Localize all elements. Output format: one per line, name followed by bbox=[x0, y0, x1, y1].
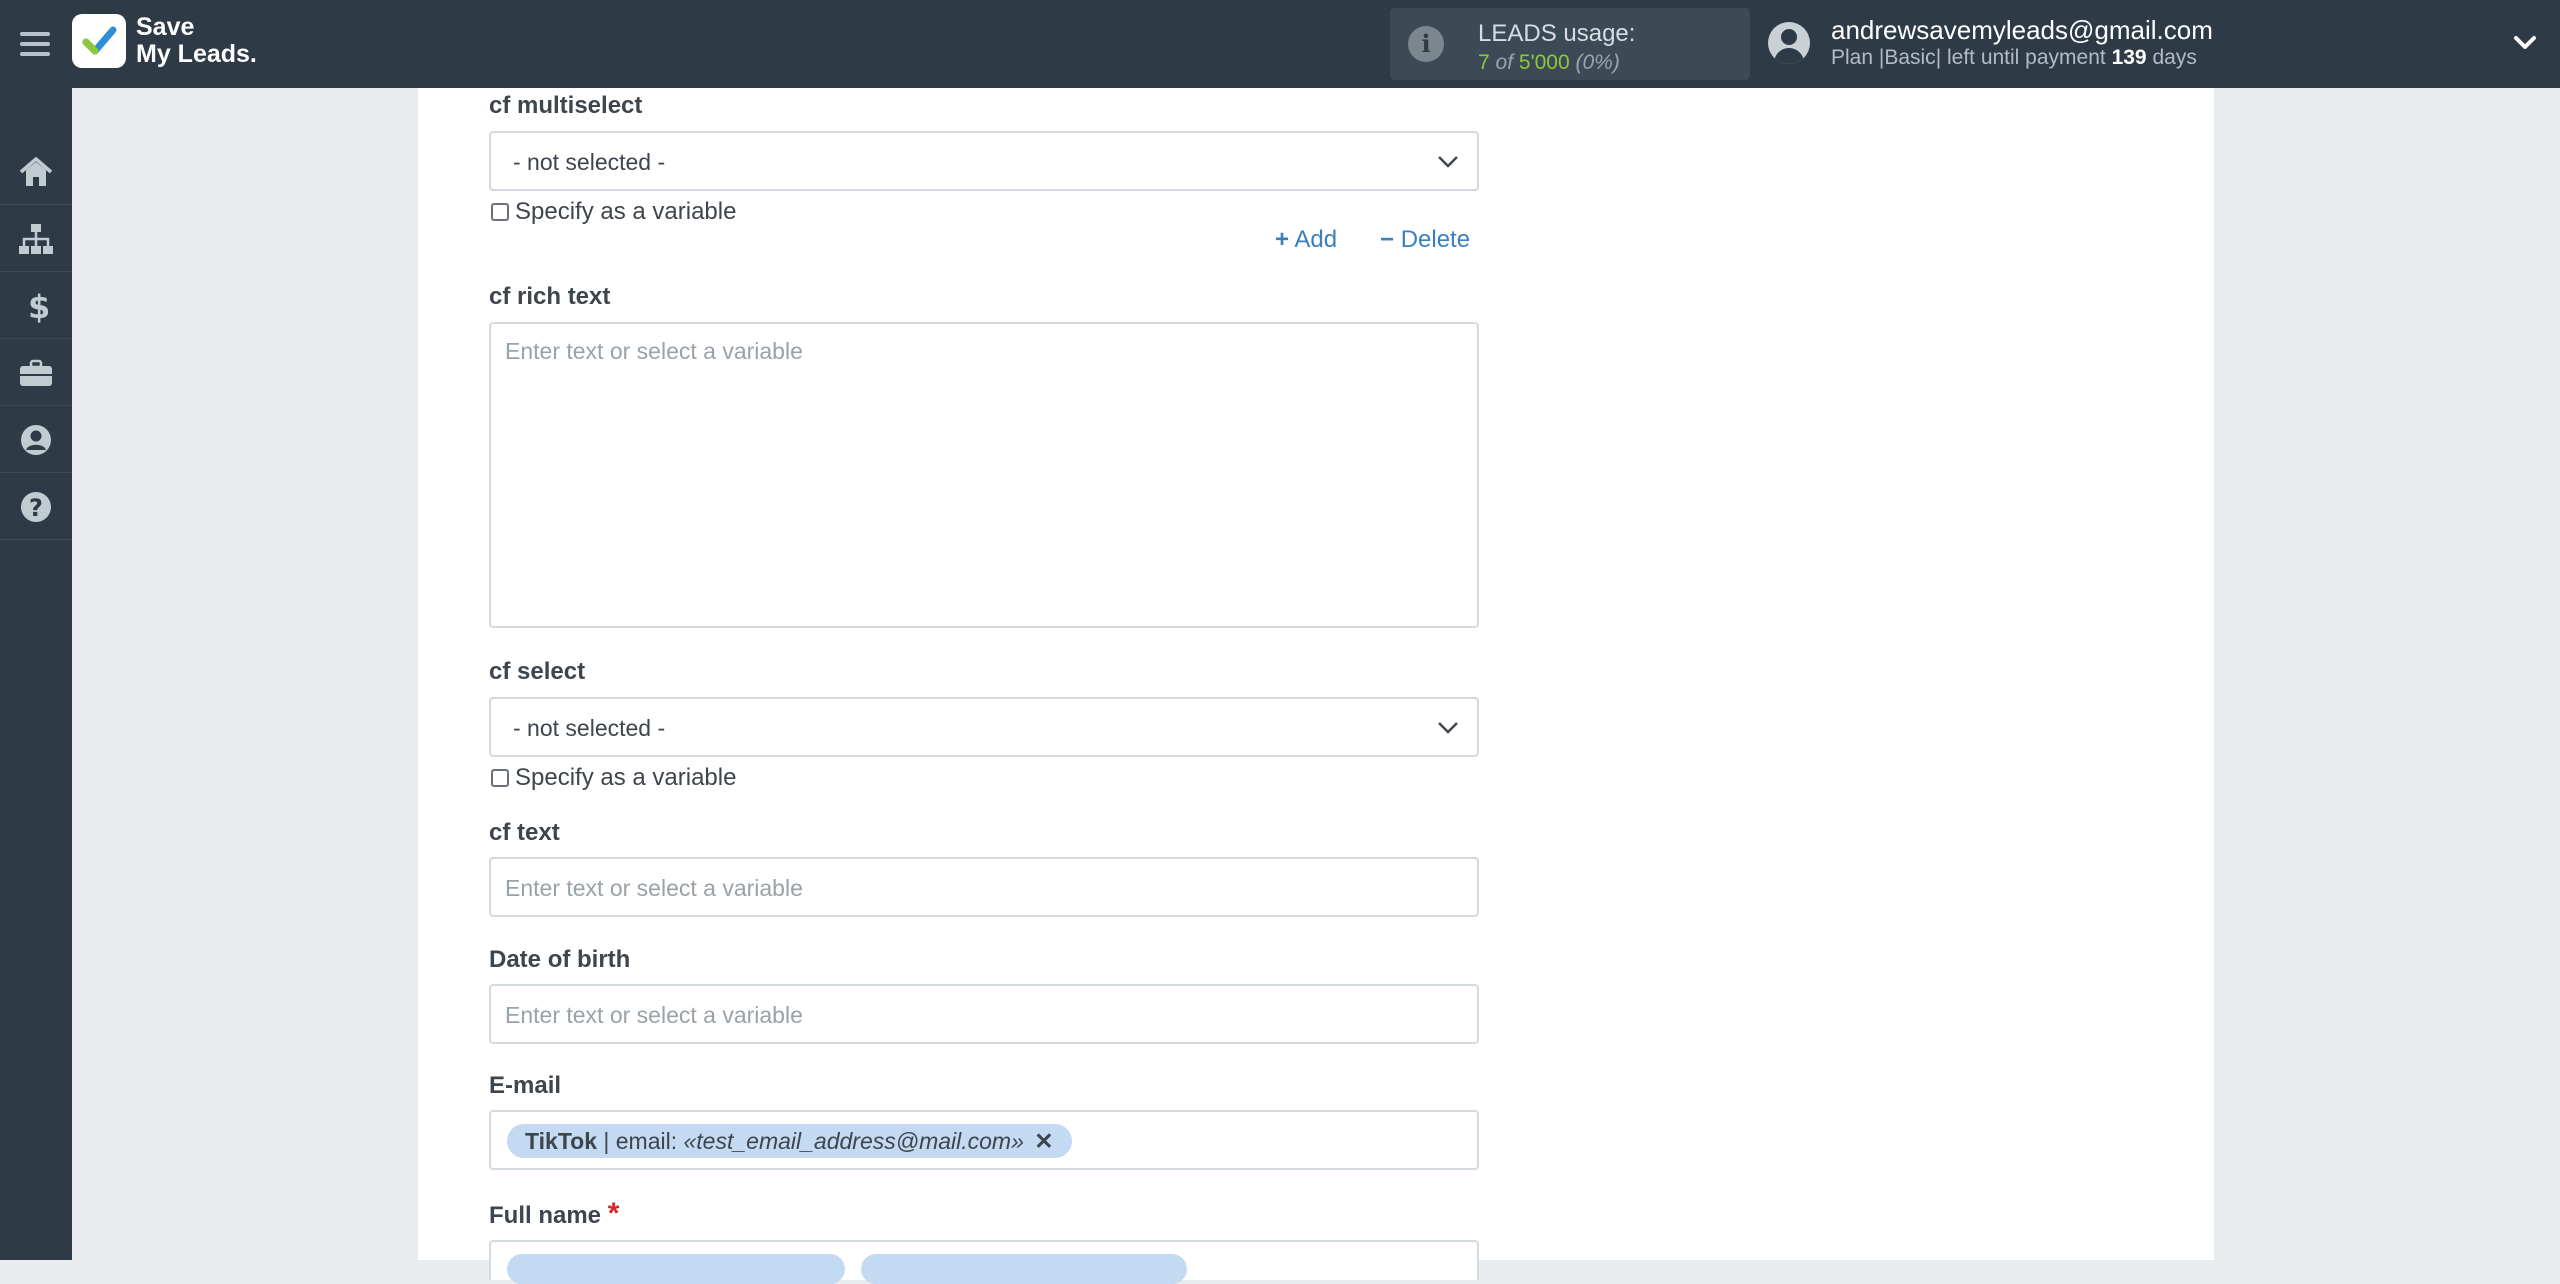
plan-name: Basic bbox=[1884, 46, 1936, 69]
user-email[interactable]: andrewsavemyleads@gmail.com bbox=[1831, 15, 2213, 46]
cf-select-select[interactable]: - not selected - bbox=[489, 697, 1479, 757]
tag-value: «test_email_address@mail.com» bbox=[683, 1128, 1024, 1154]
cf-multiselect-select[interactable]: - not selected - bbox=[489, 131, 1479, 191]
avatar[interactable] bbox=[1768, 22, 1810, 64]
menu-icon[interactable] bbox=[20, 26, 52, 62]
checkbox-icon[interactable] bbox=[491, 203, 509, 221]
cf-rich-text-input[interactable]: Enter text or select a variable bbox=[489, 322, 1479, 628]
cf-select-value: - not selected - bbox=[513, 715, 666, 741]
close-icon[interactable]: ✕ bbox=[1034, 1128, 1053, 1154]
cf-text-label: cf text bbox=[489, 819, 560, 846]
add-button[interactable]: + Add bbox=[1275, 226, 1337, 254]
help-icon[interactable]: ? bbox=[0, 472, 72, 540]
date-of-birth-label: Date of birth bbox=[489, 946, 631, 973]
minus-icon: − bbox=[1380, 226, 1395, 253]
full-name-tag-2[interactable] bbox=[861, 1254, 1187, 1284]
plan-days: 139 bbox=[2111, 46, 2147, 69]
tag-source: TikTok bbox=[525, 1128, 597, 1154]
brand-name[interactable]: Save My Leads. bbox=[136, 14, 257, 68]
full-name-label: Full name * bbox=[489, 1197, 619, 1231]
usage-label: LEADS usage: bbox=[1478, 20, 1636, 47]
required-mark: * bbox=[607, 1197, 620, 1230]
cf-multiselect-variable-label: Specify as a variable bbox=[515, 198, 737, 225]
add-label: Add bbox=[1294, 226, 1338, 253]
checkbox-icon[interactable] bbox=[491, 769, 509, 787]
chevron-down-icon[interactable] bbox=[2512, 30, 2538, 61]
chevron-down-icon bbox=[1438, 722, 1458, 734]
email-variable-tag[interactable]: TikTok | email: «test_email_address@mail… bbox=[507, 1124, 1072, 1158]
full-name-field[interactable] bbox=[489, 1240, 1479, 1284]
delete-button[interactable]: − Delete bbox=[1380, 226, 1470, 254]
cf-rich-text-placeholder: Enter text or select a variable bbox=[505, 338, 803, 364]
plus-icon: + bbox=[1275, 226, 1290, 253]
user-circle-icon[interactable] bbox=[0, 405, 72, 473]
cf-select-variable-checkbox[interactable]: Specify as a variable bbox=[491, 764, 736, 792]
cf-text-input[interactable]: Enter text or select a variable bbox=[489, 857, 1479, 917]
plan-suffix: days bbox=[2152, 46, 2197, 69]
brand-line-2: My Leads. bbox=[136, 40, 257, 68]
cf-rich-text-label: cf rich text bbox=[489, 283, 611, 310]
date-of-birth-placeholder: Enter text or select a variable bbox=[505, 1002, 803, 1028]
briefcase-icon[interactable] bbox=[0, 338, 72, 406]
plan-mid: | left until payment bbox=[1935, 46, 2106, 69]
cf-select-variable-label: Specify as a variable bbox=[515, 764, 737, 791]
date-of-birth-input[interactable]: Enter text or select a variable bbox=[489, 984, 1479, 1044]
sitemap-icon[interactable] bbox=[0, 204, 72, 272]
cf-multiselect-value: - not selected - bbox=[513, 149, 666, 175]
form-panel bbox=[418, 88, 2214, 1260]
dollar-icon[interactable]: $ bbox=[0, 271, 72, 339]
logo-icon[interactable] bbox=[72, 14, 126, 68]
cf-multiselect-label: cf multiselect bbox=[489, 92, 643, 119]
user-plan: Plan |Basic| left until payment 139 days bbox=[1831, 46, 2197, 70]
cf-text-placeholder: Enter text or select a variable bbox=[505, 875, 803, 901]
cf-multiselect-variable-checkbox[interactable]: Specify as a variable bbox=[491, 198, 736, 226]
delete-label: Delete bbox=[1400, 226, 1471, 253]
usage-percent: (0%) bbox=[1575, 51, 1620, 74]
sidebar: $ ? bbox=[0, 88, 72, 1260]
chevron-down-icon bbox=[1438, 156, 1458, 168]
usage-of: of bbox=[1495, 51, 1514, 74]
full-name-text: Full name bbox=[489, 1202, 602, 1229]
full-name-tag-1[interactable] bbox=[507, 1254, 845, 1284]
email-field[interactable]: TikTok | email: «test_email_address@mail… bbox=[489, 1110, 1479, 1170]
leads-usage-widget: i LEADS usage: 7 of 5'000 (0%) bbox=[1390, 8, 1750, 80]
svg-text:?: ? bbox=[29, 494, 43, 522]
usage-count: 7 of 5'000 (0%) bbox=[1478, 51, 1620, 75]
plan-prefix: Plan | bbox=[1831, 46, 1885, 69]
svg-text:$: $ bbox=[28, 289, 50, 323]
info-icon: i bbox=[1408, 26, 1444, 62]
cf-select-label: cf select bbox=[489, 658, 586, 685]
top-bar: Save My Leads. i LEADS usage: 7 of 5'000… bbox=[0, 0, 2560, 88]
usage-total: 5'000 bbox=[1518, 51, 1570, 74]
home-icon[interactable] bbox=[0, 137, 72, 205]
usage-used: 7 bbox=[1478, 51, 1490, 74]
email-label: E-mail bbox=[489, 1072, 562, 1099]
brand-line-1: Save bbox=[136, 13, 195, 41]
tag-field: | email: bbox=[603, 1128, 678, 1154]
